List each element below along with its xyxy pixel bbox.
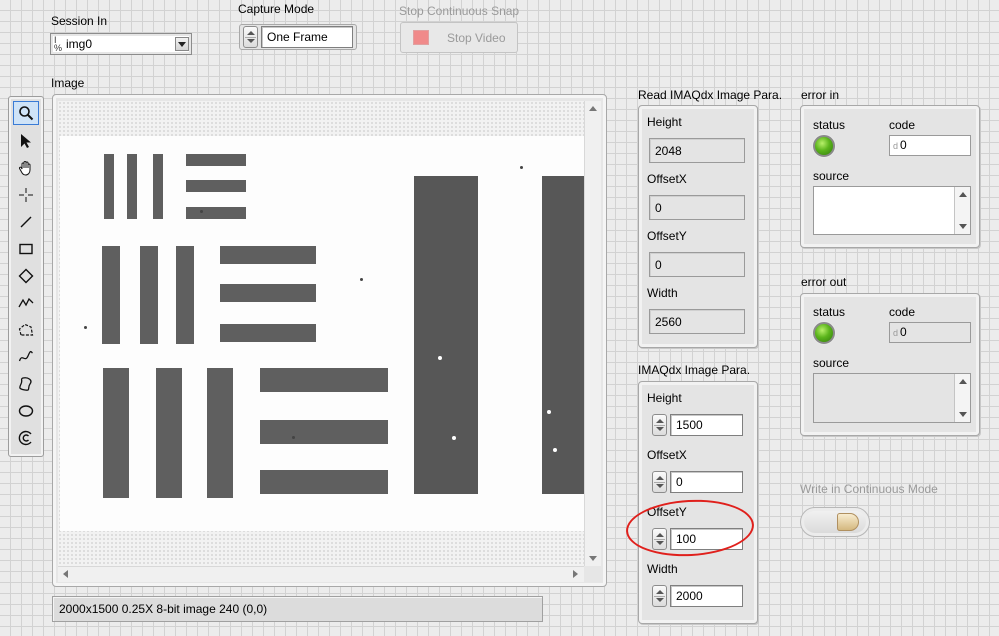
image-status-bar: 2000x1500 0.25X 8-bit image 240 (0,0): [52, 596, 543, 622]
read-width-label: Width: [647, 286, 678, 300]
capture-mode-label: Capture Mode: [238, 2, 315, 16]
error-in-label: error in: [801, 88, 840, 102]
error-out-source-label: source: [813, 356, 850, 370]
stop-video-label: Stop Video: [447, 31, 506, 45]
error-in-status-label: status: [813, 118, 846, 132]
read-height-value: 2048: [649, 138, 745, 163]
test-target-image: [60, 136, 584, 531]
rotated-rectangle-tool-icon[interactable]: [13, 264, 39, 288]
error-out-code-value: d0: [889, 322, 971, 343]
read-offsety-value: 0: [649, 252, 745, 277]
oval-tool-icon[interactable]: [13, 399, 39, 423]
width-stepper[interactable]: [652, 585, 667, 607]
error-in-source-label: source: [813, 169, 850, 183]
line-tool-icon[interactable]: [13, 210, 39, 234]
write-offsetx-label: OffsetX: [647, 448, 687, 462]
error-in-source-scrollbar[interactable]: [954, 187, 970, 234]
scroll-down-icon[interactable]: [959, 412, 967, 417]
offsetx-stepper[interactable]: [652, 471, 667, 493]
height-input[interactable]: 1500: [670, 414, 743, 436]
crosshair-tool-icon[interactable]: [13, 183, 39, 207]
read-params-cluster: Height 2048 OffsetX 0 OffsetY 0 Width 25…: [638, 105, 758, 348]
offsetx-input[interactable]: 0: [670, 471, 743, 493]
write-width-label: Width: [647, 562, 678, 576]
read-offsety-label: OffsetY: [647, 229, 687, 243]
error-out-status-label: status: [813, 305, 846, 319]
zoom-tool-icon[interactable]: [13, 101, 39, 125]
session-in-control[interactable]: I% img0: [50, 33, 192, 55]
error-out-source-scrollbar[interactable]: [954, 374, 970, 422]
error-in-source-input[interactable]: [813, 186, 971, 235]
write-params-label: IMAQdx Image Para.: [638, 363, 751, 377]
scroll-down-icon[interactable]: [589, 556, 597, 561]
session-dropdown-button[interactable]: [175, 37, 189, 51]
scroll-right-icon[interactable]: [573, 570, 578, 578]
stop-snap-label: Stop Continuous Snap: [399, 4, 520, 18]
scroll-up-icon[interactable]: [589, 106, 597, 111]
chevron-down-icon: [178, 42, 186, 47]
stop-video-button[interactable]: Stop Video: [400, 22, 518, 53]
annulus-tool-icon[interactable]: [13, 426, 39, 450]
error-in-code-input[interactable]: d0: [889, 135, 971, 156]
pan-tool-icon[interactable]: [13, 156, 39, 180]
session-in-value: img0: [66, 37, 93, 51]
error-out-status-led: [813, 322, 835, 344]
scroll-left-icon[interactable]: [63, 570, 68, 578]
error-in-status-led[interactable]: [813, 135, 835, 157]
capture-mode-value[interactable]: One Frame: [261, 26, 353, 48]
error-in-code-label: code: [889, 118, 916, 132]
scroll-up-icon[interactable]: [959, 192, 967, 197]
freehand-region-tool-icon[interactable]: [13, 372, 39, 396]
read-width-value: 2560: [649, 309, 745, 334]
image-horizontal-scrollbar[interactable]: [58, 566, 584, 582]
height-stepper[interactable]: [652, 414, 667, 436]
capture-mode-stepper[interactable]: [243, 26, 258, 48]
read-offsetx-label: OffsetX: [647, 172, 687, 186]
io-name-icon: I%: [54, 35, 63, 53]
error-out-source-value: [813, 373, 971, 423]
pointer-tool-icon[interactable]: [13, 129, 39, 153]
tool-palette: [8, 96, 44, 457]
rectangle-tool-icon[interactable]: [13, 237, 39, 261]
toggle-knob: [837, 513, 859, 531]
error-out-label: error out: [801, 275, 847, 289]
image-label: Image: [51, 76, 85, 90]
scroll-up-icon[interactable]: [959, 379, 967, 384]
write-continuous-toggle[interactable]: [800, 507, 870, 537]
read-offsetx-value: 0: [649, 195, 745, 220]
polyline-tool-icon[interactable]: [13, 291, 39, 315]
write-continuous-label: Write in Continuous Mode: [800, 482, 938, 496]
capture-mode-control[interactable]: One Frame: [239, 24, 357, 50]
write-height-label: Height: [647, 391, 682, 405]
scroll-down-icon[interactable]: [959, 224, 967, 229]
read-height-label: Height: [647, 115, 682, 129]
error-out-cluster: status code d0 source: [800, 293, 980, 436]
error-out-code-label: code: [889, 305, 916, 319]
error-in-cluster: status code d0 source: [800, 105, 980, 248]
image-vertical-scrollbar[interactable]: [584, 101, 601, 566]
polygon-tool-icon[interactable]: [13, 318, 39, 342]
session-in-label: Session In: [51, 14, 108, 28]
width-input[interactable]: 2000: [670, 585, 743, 607]
freeline-tool-icon[interactable]: [13, 345, 39, 369]
stop-icon: [413, 30, 429, 45]
read-params-label: Read IMAQdx Image Para.: [638, 88, 783, 102]
